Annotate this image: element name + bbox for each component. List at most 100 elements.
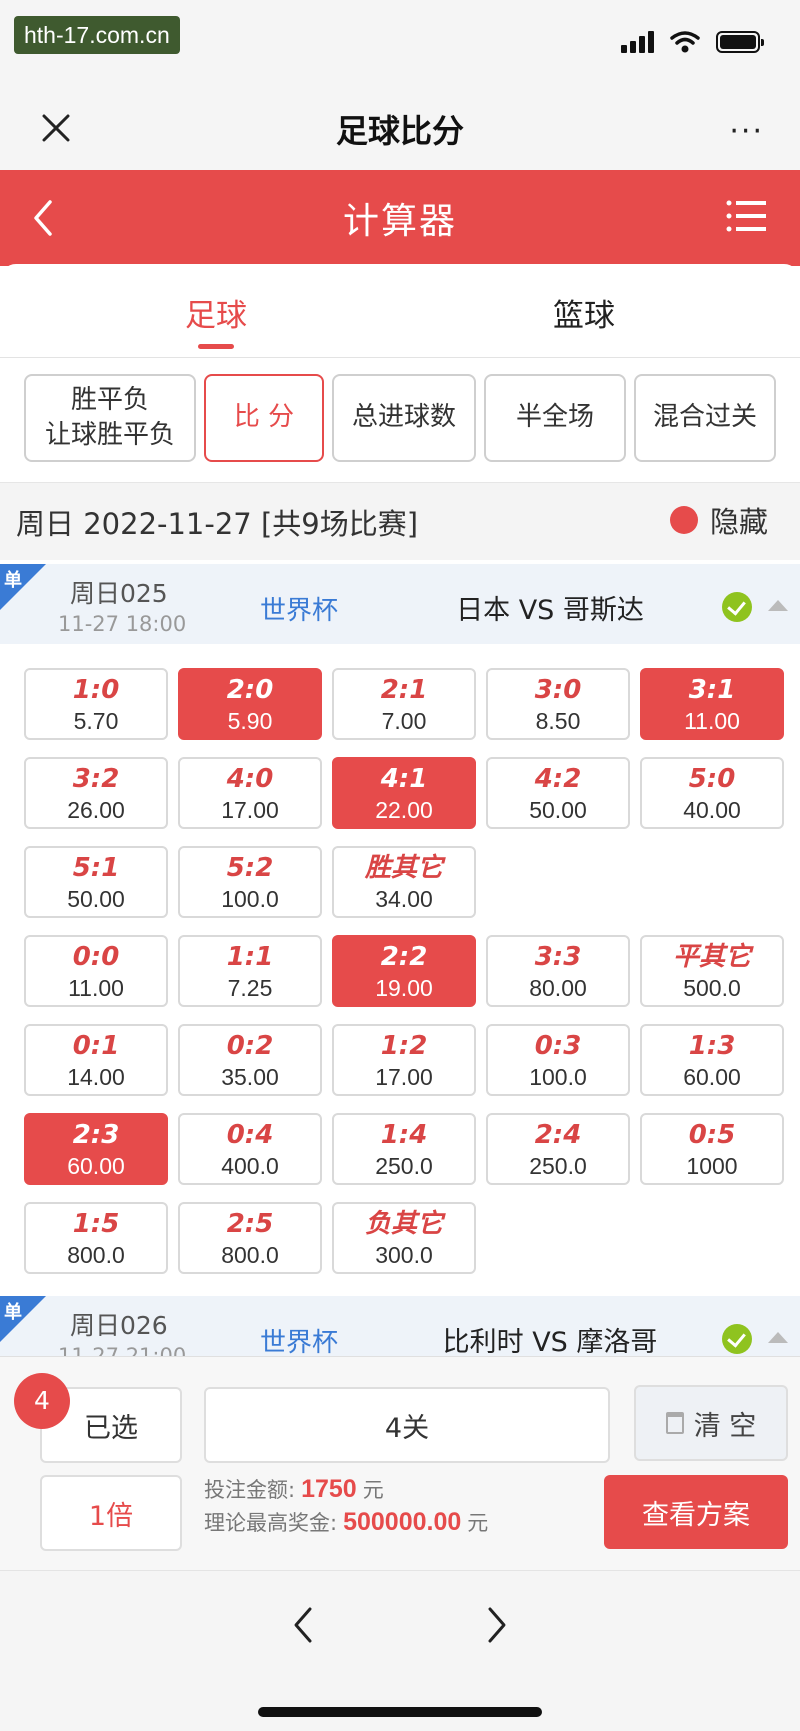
odds-score: 0:0	[72, 942, 120, 972]
hide-toggle[interactable]: 隐藏	[669, 499, 768, 541]
odds-cell[interactable]: 5:0 40.00	[640, 757, 784, 829]
odds-cell[interactable]: 1:1 7.25	[178, 935, 322, 1007]
max-prize-row: 理论最高奖金: 500000.00 元	[204, 1506, 488, 1539]
odds-value: 8.50	[535, 708, 581, 734]
browser-forward-icon[interactable]	[484, 1605, 510, 1645]
match-header[interactable]: 单 周日025 11-27 18:00 世界杯 日本 VS 哥斯达	[0, 564, 800, 644]
odds-score: 0:2	[226, 1031, 274, 1061]
max-prize-value: 500000.00	[343, 1508, 462, 1536]
odds-value: 100.0	[529, 1064, 587, 1090]
play-tab-label: 混合过关	[652, 402, 757, 433]
odds-cell[interactable]: 5:1 50.00	[24, 846, 168, 918]
odds-value: 17.00	[221, 797, 279, 823]
odds-score: 1:3	[688, 1031, 736, 1061]
collapse-arrow-icon[interactable]	[768, 1332, 788, 1343]
odds-cell[interactable]: 负其它 300.0	[332, 1202, 476, 1274]
status-icons	[621, 30, 764, 54]
odds-value: 35.00	[221, 1064, 279, 1090]
odds-cell[interactable]: 3:2 26.00	[24, 757, 168, 829]
odds-cell[interactable]: 平其它 500.0	[640, 935, 784, 1007]
pass-type-selector[interactable]: 4关	[204, 1387, 610, 1463]
date-row: 周日 2022-11-27 [共9场比赛] 隐藏	[0, 482, 800, 560]
menu-icon[interactable]	[726, 198, 766, 234]
odds-value: 250.0	[529, 1153, 587, 1179]
odds-score: 2:5	[226, 1209, 274, 1239]
match-number: 周日026	[70, 1311, 168, 1340]
odds-score: 1:2	[380, 1031, 428, 1061]
odds-cell[interactable]: 0:3 100.0	[486, 1024, 630, 1096]
odds-cell[interactable]: 2:1 7.00	[332, 668, 476, 740]
odds-score: 3:1	[688, 675, 736, 705]
odds-score: 1:5	[72, 1209, 120, 1239]
odds-cell[interactable]: 1:3 60.00	[640, 1024, 784, 1096]
odds-value: 40.00	[683, 797, 741, 823]
odds-cell[interactable]: 4:1 22.00	[332, 757, 476, 829]
odds-cell[interactable]: 2:0 5.90	[178, 668, 322, 740]
odds-cell[interactable]: 4:0 17.00	[178, 757, 322, 829]
odds-cell[interactable]: 2:4 250.0	[486, 1113, 630, 1185]
view-plan-button[interactable]: 查看方案	[604, 1475, 788, 1549]
tab-football[interactable]: 足球	[116, 290, 316, 335]
odds-value: 80.00	[529, 975, 587, 1001]
play-tab-total-goals[interactable]: 总进球数	[332, 374, 476, 462]
odds-score: 4:0	[226, 764, 274, 794]
nav-bar: 足球比分 ···	[0, 88, 800, 170]
odds-cell[interactable]: 3:1 11.00	[640, 668, 784, 740]
play-tab-score[interactable]: 比 分	[204, 374, 324, 462]
odds-cell[interactable]: 0:2 35.00	[178, 1024, 322, 1096]
odds-value: 5.90	[227, 708, 273, 734]
odds-score: 0:3	[534, 1031, 582, 1061]
odds-cell[interactable]: 2:5 800.0	[178, 1202, 322, 1274]
odds-score: 5:2	[226, 853, 274, 883]
odds-cell[interactable]: 2:3 60.00	[24, 1113, 168, 1185]
multiple-input[interactable]: 1倍	[40, 1475, 182, 1551]
match-league: 世界杯	[260, 1328, 339, 1358]
stake-label: 投注金额:	[204, 1478, 296, 1502]
amounts: 投注金额: 1750 元 理论最高奖金: 500000.00 元	[204, 1473, 488, 1539]
odds-score: 5:1	[72, 853, 120, 883]
match-date: 周日 2022-11-27 [共9场比赛]	[16, 507, 419, 541]
match-time: 11-27 18:00	[58, 612, 187, 636]
clear-button[interactable]: 清 空	[634, 1385, 788, 1461]
odds-cell[interactable]: 1:0 5.70	[24, 668, 168, 740]
play-tab-half-full[interactable]: 半全场	[484, 374, 626, 462]
odds-cell[interactable]: 3:3 80.00	[486, 935, 630, 1007]
home-indicator[interactable]	[258, 1707, 542, 1717]
match-number: 周日025	[70, 579, 168, 608]
odds-value: 1000	[686, 1153, 738, 1179]
odds-cell[interactable]: 0:4 400.0	[178, 1113, 322, 1185]
odds-cell[interactable]: 0:0 11.00	[24, 935, 168, 1007]
odds-score: 4:1	[380, 764, 428, 794]
header-title: 计算器	[342, 201, 457, 242]
more-icon[interactable]: ···	[729, 114, 764, 149]
odds-score: 胜其它	[364, 853, 443, 883]
play-tab-win-draw-lose[interactable]: 胜平负 让球胜平负	[24, 374, 196, 462]
play-tab-label: 总进球数	[351, 402, 456, 433]
odds-cell[interactable]: 3:0 8.50	[486, 668, 630, 740]
odds-cell[interactable]: 2:2 19.00	[332, 935, 476, 1007]
odds-cell[interactable]: 5:2 100.0	[178, 846, 322, 918]
odds-score: 3:3	[534, 942, 582, 972]
odds-cell[interactable]: 0:1 14.00	[24, 1024, 168, 1096]
odds-cell[interactable]: 4:2 50.00	[486, 757, 630, 829]
tab-basketball[interactable]: 篮球	[484, 290, 684, 335]
calculator-content: 足球 篮球 胜平负 让球胜平负 比 分 总进球数 半全场 混合过关 周日 202…	[0, 264, 800, 1374]
odds-cell[interactable]: 1:4 250.0	[332, 1113, 476, 1185]
odds-cell[interactable]: 胜其它 34.00	[332, 846, 476, 918]
odds-score: 平其它	[672, 942, 751, 972]
hide-label: 隐藏	[709, 505, 768, 539]
odds-cell[interactable]: 1:5 800.0	[24, 1202, 168, 1274]
play-tab-mixed[interactable]: 混合过关	[634, 374, 776, 462]
odds-score: 2:0	[226, 675, 274, 705]
odds-value: 26.00	[67, 797, 125, 823]
odds-cell[interactable]: 0:5 1000	[640, 1113, 784, 1185]
browser-back-icon[interactable]	[290, 1605, 316, 1645]
collapse-arrow-icon[interactable]	[768, 600, 788, 611]
odds-score: 3:0	[534, 675, 582, 705]
odds-cell[interactable]: 1:2 17.00	[332, 1024, 476, 1096]
play-tab-label: 让球胜平负	[44, 420, 175, 450]
max-prize-unit: 元	[467, 1511, 489, 1535]
watermark: hth-17.com.cn	[14, 16, 180, 54]
odds-score: 1:4	[380, 1120, 428, 1150]
odds-score: 3:2	[72, 764, 120, 794]
